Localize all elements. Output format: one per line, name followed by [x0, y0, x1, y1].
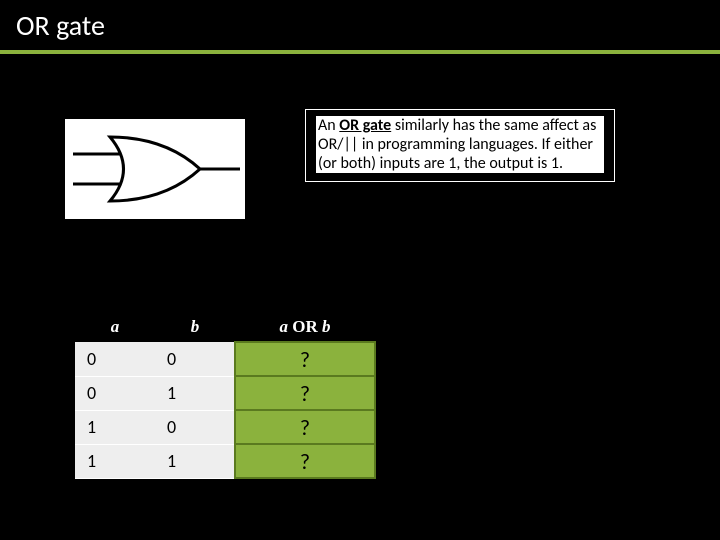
- col-header-b: b: [155, 312, 235, 342]
- slide-content: An OR gate similarly has the same affect…: [0, 54, 720, 540]
- cell-b: 0: [155, 410, 235, 444]
- cell-b: 0: [155, 342, 235, 376]
- table-row: 1 1 ?: [75, 444, 375, 478]
- cell-a: 0: [75, 342, 155, 376]
- description-text: An OR gate similarly has the same affect…: [316, 116, 604, 173]
- description-box: An OR gate similarly has the same affect…: [305, 109, 615, 182]
- cell-b: 1: [155, 376, 235, 410]
- table-row: 0 0 ?: [75, 342, 375, 376]
- table-row: 1 0 ?: [75, 410, 375, 444]
- or-gate-icon: [65, 119, 245, 219]
- cell-a: 1: [75, 444, 155, 478]
- cell-result: ?: [235, 376, 375, 410]
- truth-table: a b a OR b 0 0 ? 0 1 ? 1 0 ? 1: [75, 312, 376, 479]
- table-header-row: a b a OR b: [75, 312, 375, 342]
- col-header-a: a: [75, 312, 155, 342]
- desc-prefix: An: [318, 116, 339, 135]
- cell-result: ?: [235, 410, 375, 444]
- cell-a: 0: [75, 376, 155, 410]
- table-row: 0 1 ?: [75, 376, 375, 410]
- cell-result: ?: [235, 444, 375, 478]
- cell-result: ?: [235, 342, 375, 376]
- cell-b: 1: [155, 444, 235, 478]
- cell-a: 1: [75, 410, 155, 444]
- page-title: OR gate: [16, 8, 105, 43]
- title-bar: OR gate: [0, 0, 720, 50]
- col-header-result: a OR b: [235, 312, 375, 342]
- desc-term: OR gate: [339, 116, 391, 135]
